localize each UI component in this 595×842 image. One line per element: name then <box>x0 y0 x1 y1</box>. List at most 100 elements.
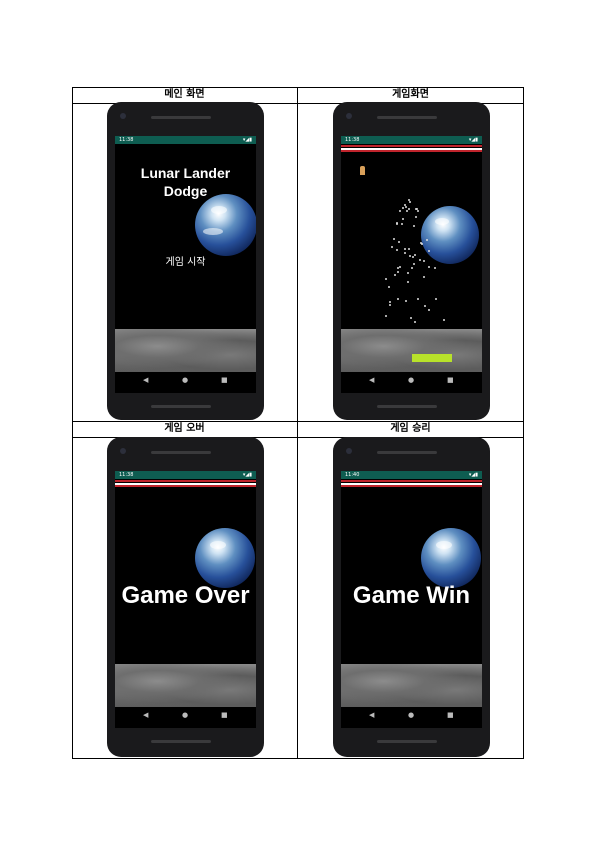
debris-particle <box>407 280 410 283</box>
debris-particle <box>399 266 402 269</box>
camera-icon <box>120 448 126 454</box>
camera-icon <box>120 113 126 119</box>
header-main-screen: 메인 화면 <box>164 89 205 100</box>
back-icon[interactable]: ◀ <box>143 711 148 719</box>
status-time: 11:38 <box>119 472 134 478</box>
debris-particle <box>413 263 416 266</box>
nav-bar: ◀ ● ■ <box>115 372 256 393</box>
debris-particle <box>388 303 391 306</box>
moon-surface <box>115 329 256 372</box>
debris-particle <box>397 240 400 243</box>
debris-particle <box>428 266 431 269</box>
game-over-screen: 11:38 ▾◢▮ Game Over ◀ ● ■ <box>115 471 256 728</box>
debris-particle <box>399 210 402 213</box>
home-icon[interactable]: ● <box>408 711 414 719</box>
debris-particle <box>385 278 387 281</box>
debris-particle <box>408 255 411 258</box>
recents-icon[interactable]: ■ <box>221 376 228 384</box>
debris-particle <box>414 321 417 324</box>
lander-icon <box>360 166 365 175</box>
status-time: 11:38 <box>119 137 134 143</box>
recents-icon[interactable]: ■ <box>447 711 454 719</box>
debris-particle <box>405 300 408 303</box>
debris-particle <box>416 298 419 301</box>
home-icon[interactable]: ● <box>408 376 414 384</box>
earth-cloud <box>211 206 227 214</box>
game-win-screen: 11:40 ▾◢▮ Game Win ◀ ● ■ <box>341 471 482 728</box>
speaker-grille <box>377 451 437 454</box>
phone-main: 11:38 ▾◢▮ Lunar Lander Dodge 게임 시작 ◀ ● ■ <box>107 102 264 420</box>
debris-particle <box>425 238 428 241</box>
status-bar: 11:40 ▾◢▮ <box>341 471 482 479</box>
earth-image <box>421 528 481 588</box>
health-bar-red <box>341 480 482 482</box>
bottom-speaker <box>377 740 437 743</box>
debris-particle <box>403 252 406 255</box>
debris-particle <box>392 238 395 241</box>
status-time: 11:40 <box>345 472 360 478</box>
debris-particle <box>410 317 413 319</box>
debris-particle <box>396 298 399 301</box>
speaker-grille <box>377 116 437 119</box>
health-bar-red <box>341 485 482 487</box>
debris-particle <box>422 275 425 278</box>
phone-game-win: 11:40 ▾◢▮ Game Win ◀ ● ■ <box>333 437 490 757</box>
debris-particle <box>423 260 425 263</box>
status-bar: 11:38 ▾◢▮ <box>341 136 482 144</box>
earth-image <box>421 206 479 264</box>
header-game-over: 게임 오버 <box>164 423 205 434</box>
debris-particle <box>404 247 407 250</box>
nav-bar: ◀ ● ■ <box>341 372 482 393</box>
debris-particle <box>417 210 420 213</box>
debris-particle <box>406 272 409 275</box>
debris-particle <box>419 258 422 261</box>
debris-particle <box>434 267 437 270</box>
game-screen: 11:38 ▾◢▮ ◀ ● ■ <box>341 136 482 393</box>
recents-icon[interactable]: ■ <box>447 376 454 384</box>
debris-particle <box>402 206 405 209</box>
status-time: 11:38 <box>345 137 360 143</box>
signal-battery-icon: ▾◢▮ <box>242 472 252 478</box>
home-icon[interactable]: ● <box>182 711 188 719</box>
debris-particle <box>411 266 414 269</box>
debris-particle <box>423 304 426 307</box>
player-paddle[interactable] <box>412 354 452 362</box>
moon-surface <box>115 664 256 707</box>
table-rule <box>523 87 524 759</box>
debris-particle <box>401 217 404 220</box>
back-icon[interactable]: ◀ <box>369 376 374 384</box>
debris-particle <box>391 246 394 249</box>
bottom-speaker <box>151 405 211 408</box>
debris-particle <box>435 297 438 300</box>
earth-cloud <box>210 541 226 549</box>
earth-cloud <box>436 541 452 549</box>
home-icon[interactable]: ● <box>182 376 188 384</box>
earth-image <box>195 528 255 588</box>
recents-icon[interactable]: ■ <box>221 711 228 719</box>
main-screen: 11:38 ▾◢▮ Lunar Lander Dodge 게임 시작 ◀ ● ■ <box>115 136 256 393</box>
back-icon[interactable]: ◀ <box>143 376 148 384</box>
table-rule <box>72 758 524 759</box>
moon-surface <box>341 329 482 372</box>
debris-particle <box>414 216 417 219</box>
debris-particle <box>395 248 398 251</box>
status-bar: 11:38 ▾◢▮ <box>115 471 256 479</box>
debris-particle <box>412 256 415 259</box>
debris-particle <box>393 273 396 276</box>
speaker-grille <box>151 116 211 119</box>
earth-image <box>195 194 256 256</box>
earth-cloud <box>203 228 223 235</box>
speaker-grille <box>151 451 211 454</box>
health-bar-red <box>341 145 482 147</box>
debris-particle <box>400 222 403 225</box>
start-game-button[interactable]: 게임 시작 <box>115 253 256 268</box>
earth-cloud <box>435 218 449 225</box>
debris-particle <box>413 225 416 228</box>
debris-particle <box>414 253 417 256</box>
health-bar-red <box>115 485 256 487</box>
status-bar: 11:38 ▾◢▮ <box>115 136 256 144</box>
phone-game-over: 11:38 ▾◢▮ Game Over ◀ ● ■ <box>107 437 264 757</box>
back-icon[interactable]: ◀ <box>369 711 374 719</box>
nav-bar: ◀ ● ■ <box>341 707 482 728</box>
game-title-line2: Dodge <box>163 183 208 199</box>
